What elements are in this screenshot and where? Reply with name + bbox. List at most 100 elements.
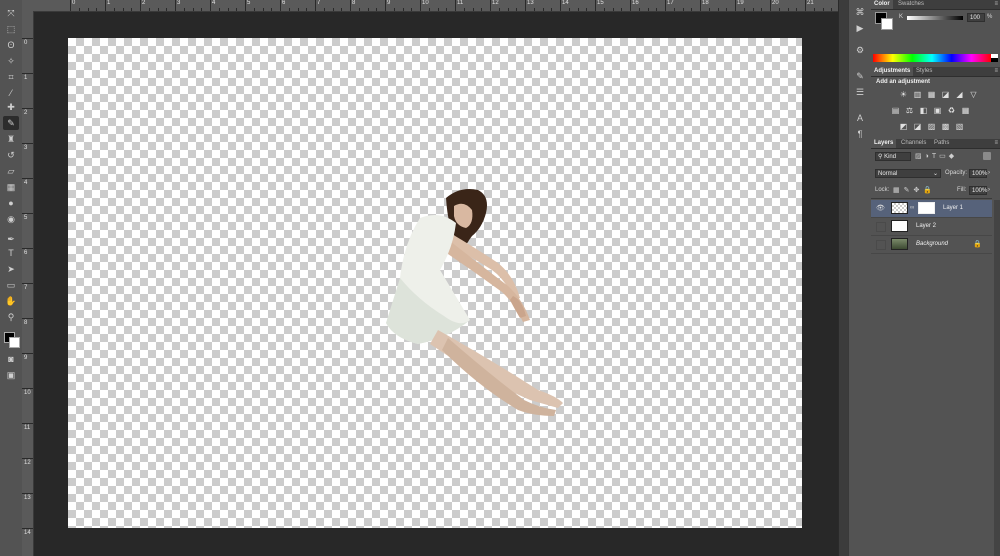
eye-icon[interactable]: 👁 [876, 204, 885, 212]
lock-icons[interactable]: ▦✎✥🔒 [893, 186, 936, 194]
adjustment-icon-row1-4[interactable]: ◢ [955, 90, 964, 99]
adjustment-icon-row2-5[interactable]: ▦ [961, 106, 970, 115]
document-canvas[interactable] [68, 38, 802, 528]
adjustment-icon-row2-0[interactable]: ▤ [891, 106, 900, 115]
panel-dock: ⌘ ▶ ⚙ ✎ ☰ A ¶ [848, 0, 872, 556]
filter-toggle[interactable] [983, 152, 991, 160]
layer-row-background[interactable]: Background 🔒 [871, 236, 992, 254]
layer-row-layer-2[interactable]: Layer 2 [871, 218, 992, 236]
background-swatch[interactable] [881, 18, 893, 30]
marquee-tool-icon[interactable]: ⬚ [3, 22, 19, 36]
adjustment-icon-row2-3[interactable]: ▣ [933, 106, 942, 115]
tab-channels[interactable]: Channels [898, 139, 929, 148]
adjustment-icon-row1-1[interactable]: ▥ [913, 90, 922, 99]
tab-paths[interactable]: Paths [931, 139, 952, 148]
divider [871, 198, 992, 199]
eraser-tool-icon[interactable]: ▱ [3, 164, 19, 178]
pen-tool-icon[interactable]: ✒ [3, 232, 19, 246]
adjustments-panel-tabbar: Adjustments Styles ≡ [871, 67, 1000, 77]
k-slider[interactable] [907, 16, 963, 20]
tab-layers[interactable]: Layers [871, 139, 897, 148]
layers-scrollbar[interactable] [994, 200, 1000, 556]
chevron-right-icon[interactable]: › [988, 170, 990, 176]
ruler-subtick [612, 8, 614, 11]
ruler-tick [245, 0, 246, 11]
background-color-swatch[interactable] [9, 337, 20, 348]
layer-row-layer-1[interactable]: 👁 ∞ Layer 1 [871, 200, 992, 218]
history-brush-tool-icon[interactable]: ↺ [3, 148, 19, 162]
adjustment-icon-row3-2[interactable]: ▨ [927, 122, 936, 131]
actions-play-icon[interactable]: ▶ [853, 22, 867, 34]
panel-menu-icon[interactable]: ≡ [994, 1, 998, 7]
ruler-tick [210, 0, 211, 11]
shape-tool-icon[interactable]: ▭ [3, 278, 19, 292]
ruler-subtick [367, 8, 369, 11]
properties-icon[interactable]: ⚙ [853, 44, 867, 56]
panel-menu-icon[interactable]: ≡ [994, 68, 998, 74]
dodge-tool-icon[interactable]: ◉ [3, 212, 19, 226]
hand-tool-icon[interactable]: ✋ [3, 294, 19, 308]
layer-filter-kind[interactable]: ⚲ Kind [875, 152, 911, 161]
panel-menu-icon[interactable]: ≡ [994, 140, 998, 146]
adjustment-icon-row2-4[interactable]: ♻ [947, 106, 956, 115]
adjustment-icon-row1-5[interactable]: ▽ [969, 90, 978, 99]
clone-stamp-tool-icon[interactable]: ♜ [3, 132, 19, 146]
opacity-label: Opacity: [945, 170, 968, 176]
toolbox: ⤧ ⬚ ʘ ✧ ⌗ ⁄ ✚ ✎ ♜ ↺ ▱ ▦ ● ◉ ✒ T ➤ ▭ ✋ ⚲ ◙ ▣ [0, 0, 23, 556]
adjustment-icon-row1-3[interactable]: ◪ [941, 90, 950, 99]
color-spectrum-bar[interactable] [873, 54, 991, 62]
character-icon[interactable]: A [853, 112, 867, 124]
history-icon[interactable]: ⌘ [853, 6, 867, 18]
move-tool-icon[interactable]: ⤧ [3, 6, 19, 20]
tab-swatches[interactable]: Swatches [895, 0, 927, 9]
blend-mode-select[interactable]: Normal ⌄ [875, 169, 941, 178]
blur-tool-icon[interactable]: ● [3, 196, 19, 210]
brush-presets-icon[interactable]: ✎ [853, 70, 867, 82]
layer-thumbnail [891, 220, 908, 232]
tab-styles[interactable]: Styles [913, 67, 935, 76]
fill-field[interactable]: 100% [969, 186, 987, 195]
ruler-subtick [796, 8, 798, 11]
crop-tool-icon[interactable]: ⌗ [3, 70, 19, 84]
ruler-top-label: 11 [457, 0, 464, 6]
adjustment-icon-row1-0[interactable]: ☀ [899, 90, 908, 99]
ruler-subtick [87, 8, 89, 11]
adjustment-icon-row3-3[interactable]: ▩ [941, 122, 950, 131]
gradient-tool-icon[interactable]: ▦ [3, 180, 19, 194]
adjustment-icon-row3-4[interactable]: ▧ [955, 122, 964, 131]
adjustment-icon-row2-1[interactable]: ⚖ [905, 106, 914, 115]
adjustment-icon-row2-2[interactable]: ◧ [919, 106, 928, 115]
type-tool-icon[interactable]: T [3, 246, 19, 260]
layer-mask-thumbnail[interactable] [918, 202, 935, 214]
chevron-right-icon[interactable]: › [988, 187, 990, 193]
tab-adjustments[interactable]: Adjustments [871, 67, 914, 76]
path-select-tool-icon[interactable]: ➤ [3, 262, 19, 276]
ruler-subtick [603, 8, 605, 11]
eyedropper-tool-icon[interactable]: ⁄ [3, 86, 19, 100]
healing-brush-tool-icon[interactable]: ✚ [3, 100, 19, 114]
visibility-toggle[interactable] [876, 222, 886, 232]
adjustment-icon-row3-1[interactable]: ◪ [913, 122, 922, 131]
visibility-toggle[interactable] [876, 240, 886, 250]
brush-tool-icon[interactable]: ✎ [3, 116, 19, 130]
ruler-top-label: 4 [212, 0, 216, 6]
ruler-subtick [411, 8, 413, 11]
filter-type-icons[interactable]: ▨◑T▭◆ [915, 152, 957, 160]
adjustment-icon-row3-0[interactable]: ◩ [899, 122, 908, 131]
opacity-field[interactable]: 100% [969, 169, 987, 178]
zoom-tool-icon[interactable]: ⚲ [3, 310, 19, 324]
tab-color[interactable]: Color [871, 0, 893, 9]
ruler-tick [22, 73, 33, 74]
spectrum-black[interactable] [991, 58, 998, 62]
ruler-tick [175, 0, 176, 11]
ruler-tick [22, 178, 33, 179]
quick-mask-icon[interactable]: ◙ [3, 352, 19, 366]
quick-select-tool-icon[interactable]: ✧ [3, 54, 19, 68]
paragraph-icon[interactable]: ¶ [853, 128, 867, 140]
adjustment-icon-row1-2[interactable]: ▦ [927, 90, 936, 99]
lasso-tool-icon[interactable]: ʘ [3, 38, 19, 52]
ruler-subtick [708, 8, 710, 11]
tool-presets-icon[interactable]: ☰ [853, 86, 867, 98]
k-value-field[interactable]: 100 [967, 13, 985, 22]
screen-mode-icon[interactable]: ▣ [3, 368, 19, 382]
